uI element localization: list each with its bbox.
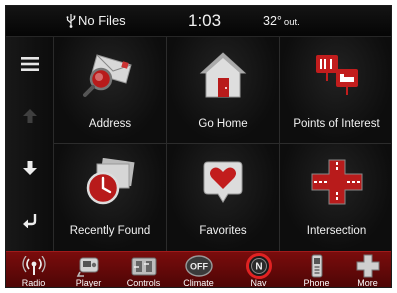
bottom-climate-button[interactable]: OFF Climate: [171, 252, 226, 288]
nav-compass-letter: N: [255, 262, 262, 273]
bottom-phone-button[interactable]: Phone: [289, 252, 344, 288]
outside-temperature: 32° out.: [263, 6, 300, 36]
controls-icon: [129, 254, 159, 278]
favorites-heart-icon: [196, 158, 250, 206]
bottom-controls-button[interactable]: Controls: [116, 252, 171, 288]
bottom-label: Controls: [126, 278, 161, 288]
recently-found-clock-icon: [83, 158, 137, 206]
nav-compass-icon: N: [244, 253, 274, 279]
scroll-up-button[interactable]: [6, 93, 53, 143]
radio-icon: [19, 254, 49, 278]
bottom-label: Radio: [21, 278, 46, 288]
tile-go-home[interactable]: Go Home: [167, 37, 280, 144]
clock: 1:03: [188, 11, 222, 30]
climate-icon: OFF: [184, 254, 214, 278]
home-icon: [196, 51, 250, 99]
tile-recently-found[interactable]: Recently Found: [54, 144, 167, 251]
menu-button[interactable]: [6, 41, 53, 91]
arrow-down-icon: [22, 160, 37, 180]
bottom-label: Climate: [183, 278, 214, 288]
temperature-value: 32°: [263, 14, 282, 28]
tile-label: Recently Found: [69, 225, 151, 237]
tile-intersection[interactable]: Intersection: [280, 144, 391, 251]
status-bar: No Files 1:03 32° out.: [6, 6, 391, 37]
climate-off-text: OFF: [190, 262, 208, 272]
temperature-suffix: out.: [283, 17, 300, 28]
tile-label: Favorites: [199, 225, 247, 237]
back-arrow-icon: [22, 212, 38, 233]
back-button[interactable]: [6, 197, 53, 247]
usb-status-text: No Files: [78, 13, 126, 28]
sidebar: [6, 37, 54, 251]
tile-points-of-interest[interactable]: Points of Interest: [280, 37, 391, 144]
address-envelope-icon: [83, 51, 137, 99]
bottom-label: Nav: [250, 278, 267, 288]
scroll-down-button[interactable]: [6, 145, 53, 195]
tile-label: Points of Interest: [293, 118, 380, 130]
player-icon: [74, 254, 104, 278]
usb-icon: [66, 13, 78, 28]
tile-address[interactable]: Address: [54, 37, 167, 144]
tile-label: Go Home: [198, 118, 248, 130]
points-of-interest-icon: [310, 51, 364, 99]
usb-status: No Files: [66, 6, 126, 36]
bottom-radio-button[interactable]: Radio: [6, 252, 61, 288]
intersection-icon: [310, 158, 364, 206]
arrow-up-icon: [22, 108, 37, 128]
nav-menu-grid: Address Go Home Points of Interest Recen…: [54, 37, 391, 251]
menu-icon: [20, 56, 39, 76]
uconnect-screen: No Files 1:03 32° out. Address Go Home P…: [5, 5, 392, 288]
bottom-nav-button[interactable]: N Nav: [231, 252, 286, 288]
bottom-player-button[interactable]: Player: [61, 252, 116, 288]
tile-favorites[interactable]: Favorites: [167, 144, 280, 251]
bottom-more-button[interactable]: More: [340, 252, 391, 288]
bottom-label: Phone: [303, 278, 330, 288]
bottom-label: More: [357, 278, 378, 288]
bottom-bar: Radio Player Controls OFF Climate N Nav …: [6, 251, 391, 288]
tile-label: Intersection: [306, 225, 367, 237]
tile-label: Address: [88, 118, 132, 130]
phone-icon: [302, 254, 332, 278]
more-icon: [353, 254, 383, 278]
bottom-label: Player: [75, 278, 102, 288]
